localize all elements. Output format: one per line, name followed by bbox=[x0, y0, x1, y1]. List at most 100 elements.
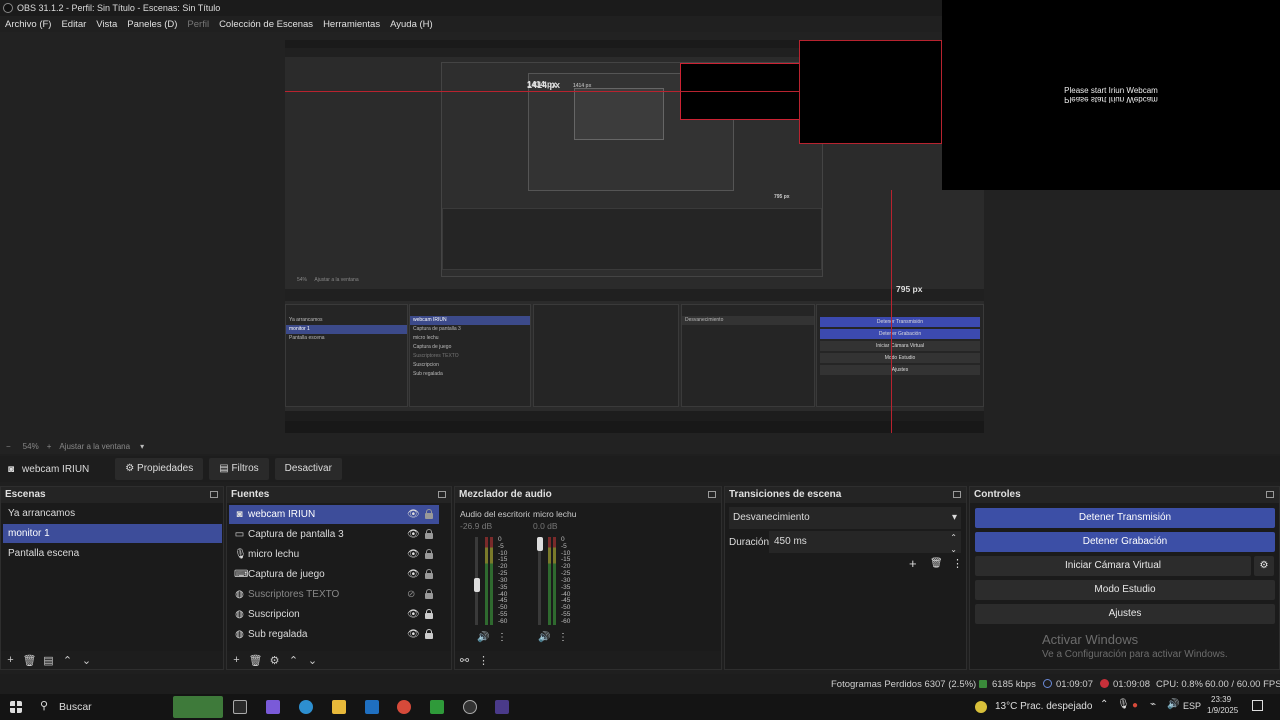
settings-button[interactable]: Ajustes bbox=[975, 604, 1275, 624]
add-scene-button[interactable]: + bbox=[1, 654, 20, 666]
add-transition-button[interactable]: + bbox=[909, 556, 917, 571]
kebab-menu-icon[interactable]: ⋮ bbox=[497, 632, 507, 643]
stop-stream-button[interactable]: Detener Transmisión bbox=[975, 508, 1275, 528]
volume-icon[interactable]: 🔊 bbox=[1167, 699, 1179, 710]
kebab-menu-icon[interactable]: ⋮ bbox=[474, 654, 493, 667]
chevron-down-icon[interactable]: ▾ bbox=[140, 442, 144, 451]
clock-date[interactable]: 1/9/2025 bbox=[1207, 706, 1238, 715]
zoom-plus-icon[interactable]: + bbox=[47, 442, 52, 451]
menu-vista[interactable]: Vista bbox=[91, 19, 122, 30]
webcam-source-box[interactable] bbox=[799, 40, 942, 144]
speaker-icon[interactable]: 🔊 bbox=[538, 632, 550, 643]
xbox-icon[interactable] bbox=[430, 700, 444, 714]
eye-hidden-icon[interactable]: ⊘ bbox=[407, 588, 415, 601]
virtual-camera-button[interactable]: Iniciar Cámara Virtual bbox=[975, 556, 1251, 576]
chevron-up-icon[interactable]: ⌃ bbox=[284, 654, 303, 667]
source-item[interactable]: ▭ Captura de pantalla 3 👁 bbox=[229, 525, 439, 544]
record-tray-icon[interactable]: ● bbox=[1132, 700, 1138, 711]
studio-mode-button[interactable]: Modo Estudio bbox=[975, 580, 1275, 600]
source-item[interactable]: ◍ Suscripcion 👁 bbox=[229, 605, 439, 624]
outlook-icon[interactable] bbox=[365, 700, 379, 714]
lock-icon[interactable] bbox=[425, 629, 433, 639]
menu-coleccion-escenas[interactable]: Colección de Escenas bbox=[214, 19, 318, 30]
transitions-dock: Transiciones de escena Desvanecimiento ▾… bbox=[724, 486, 967, 670]
clock-time[interactable]: 23:39 bbox=[1211, 695, 1231, 704]
unlock-icon[interactable] bbox=[425, 569, 433, 579]
chrome-icon[interactable] bbox=[397, 700, 411, 714]
search-icon[interactable]: ⚲ bbox=[40, 699, 48, 712]
eye-icon[interactable]: 👁 bbox=[407, 528, 420, 541]
fader-knob[interactable] bbox=[536, 537, 543, 551]
kebab-menu-icon[interactable]: ⋮ bbox=[952, 557, 963, 570]
undock-icon[interactable] bbox=[953, 491, 961, 498]
fader-knob[interactable] bbox=[473, 577, 480, 592]
source-item[interactable]: 🎙 micro lechu 👁 bbox=[229, 545, 439, 564]
kebab-menu-icon[interactable]: ⋮ bbox=[558, 632, 568, 643]
undock-icon[interactable] bbox=[438, 491, 446, 498]
transition-select[interactable]: Desvanecimiento ▾ bbox=[729, 507, 961, 529]
source-item[interactable]: ◙ webcam IRIUN 👁 bbox=[229, 505, 439, 524]
chevron-down-icon[interactable]: ⌄ bbox=[77, 654, 96, 667]
mixer-footer: ⚯ ⋮ bbox=[455, 651, 721, 669]
menu-perfil[interactable]: Perfil bbox=[182, 19, 214, 30]
unlock-icon[interactable] bbox=[425, 509, 433, 519]
undock-icon[interactable] bbox=[1266, 491, 1274, 498]
scene-item-monitor-1[interactable]: monitor 1 bbox=[3, 524, 222, 543]
zoom-fit[interactable]: Ajustar a la ventana bbox=[59, 442, 130, 451]
menu-paneles[interactable]: Paneles (D) bbox=[122, 19, 182, 30]
eye-icon[interactable]: 👁 bbox=[407, 508, 420, 521]
undock-icon[interactable] bbox=[708, 491, 716, 498]
source-item[interactable]: ⌨ Captura de juego 👁 bbox=[229, 565, 439, 584]
eye-icon[interactable]: 👁 bbox=[407, 608, 420, 621]
gear-icon[interactable]: ⚙ bbox=[265, 654, 284, 667]
chevron-down-icon[interactable]: ⌄ bbox=[303, 654, 322, 667]
taskbar-search[interactable]: Buscar bbox=[59, 701, 92, 713]
gear-icon[interactable]: ⚙ bbox=[1254, 556, 1274, 576]
menu-herramientas[interactable]: Herramientas bbox=[318, 19, 385, 30]
microphone-icon[interactable]: 🎙 bbox=[1117, 699, 1130, 710]
language-indicator[interactable]: ESP bbox=[1183, 701, 1201, 711]
filter-icon[interactable]: ▤ bbox=[39, 654, 58, 667]
app-icon[interactable] bbox=[495, 700, 509, 714]
notification-icon[interactable] bbox=[1252, 700, 1263, 711]
eye-icon[interactable]: 👁 bbox=[407, 548, 420, 561]
edge-icon[interactable] bbox=[299, 700, 313, 714]
weather-text[interactable]: 13°C Prac. despejado bbox=[995, 701, 1092, 712]
chevron-up-icon[interactable]: ⌃ bbox=[58, 654, 77, 667]
menu-editar[interactable]: Editar bbox=[56, 19, 91, 30]
menu-ayuda[interactable]: Ayuda (H) bbox=[385, 19, 438, 30]
eye-icon[interactable]: 👁 bbox=[407, 568, 420, 581]
task-view-icon[interactable] bbox=[233, 700, 247, 714]
windows-start-icon[interactable] bbox=[10, 701, 22, 713]
copilot-icon[interactable] bbox=[266, 700, 280, 714]
chevron-up-icon[interactable]: ⌃ bbox=[1100, 699, 1108, 710]
unlock-icon[interactable] bbox=[425, 589, 433, 599]
obs-icon[interactable] bbox=[463, 700, 477, 714]
source-item[interactable]: ◍ Suscriptores TEXTO ⊘ bbox=[229, 585, 439, 604]
unlock-icon[interactable] bbox=[425, 529, 433, 539]
add-source-button[interactable]: + bbox=[227, 654, 246, 666]
undock-icon[interactable] bbox=[210, 491, 218, 498]
trash-icon[interactable]: 🗑 bbox=[246, 654, 265, 667]
scene-item-pantalla-escena[interactable]: Pantalla escena bbox=[3, 544, 222, 563]
stop-record-button[interactable]: Detener Grabación bbox=[975, 532, 1275, 552]
trash-icon[interactable]: 🗑 bbox=[930, 558, 943, 569]
filters-button[interactable]: ▤ Filtros bbox=[209, 458, 269, 480]
scene-item-ya-arrancamos[interactable]: Ya arrancamos bbox=[3, 504, 222, 523]
menu-archivo[interactable]: Archivo (F) bbox=[0, 19, 56, 30]
unlock-icon[interactable] bbox=[425, 549, 433, 559]
fps: 60.00 / 60.00 FPS bbox=[1205, 679, 1280, 690]
trash-icon[interactable]: 🗑 bbox=[20, 654, 39, 667]
nested-source-item: micro lechu bbox=[413, 335, 439, 341]
source-item[interactable]: ◍ Sub regalada 👁 bbox=[229, 625, 439, 644]
zoom-out-icon[interactable]: − bbox=[6, 442, 11, 451]
eye-icon[interactable]: 👁 bbox=[407, 628, 420, 641]
duration-field[interactable]: 450 ms ⌃ ⌄ bbox=[769, 531, 961, 554]
speaker-icon[interactable]: 🔊 bbox=[477, 632, 489, 643]
properties-button[interactable]: ⚙ Propiedades bbox=[115, 458, 204, 480]
network-tray-icon[interactable]: ⌁ bbox=[1150, 699, 1156, 710]
lock-icon[interactable] bbox=[425, 609, 433, 619]
deactivate-button[interactable]: Desactivar bbox=[274, 458, 342, 480]
link-icon[interactable]: ⚯ bbox=[455, 654, 474, 667]
file-explorer-icon[interactable] bbox=[332, 700, 346, 714]
